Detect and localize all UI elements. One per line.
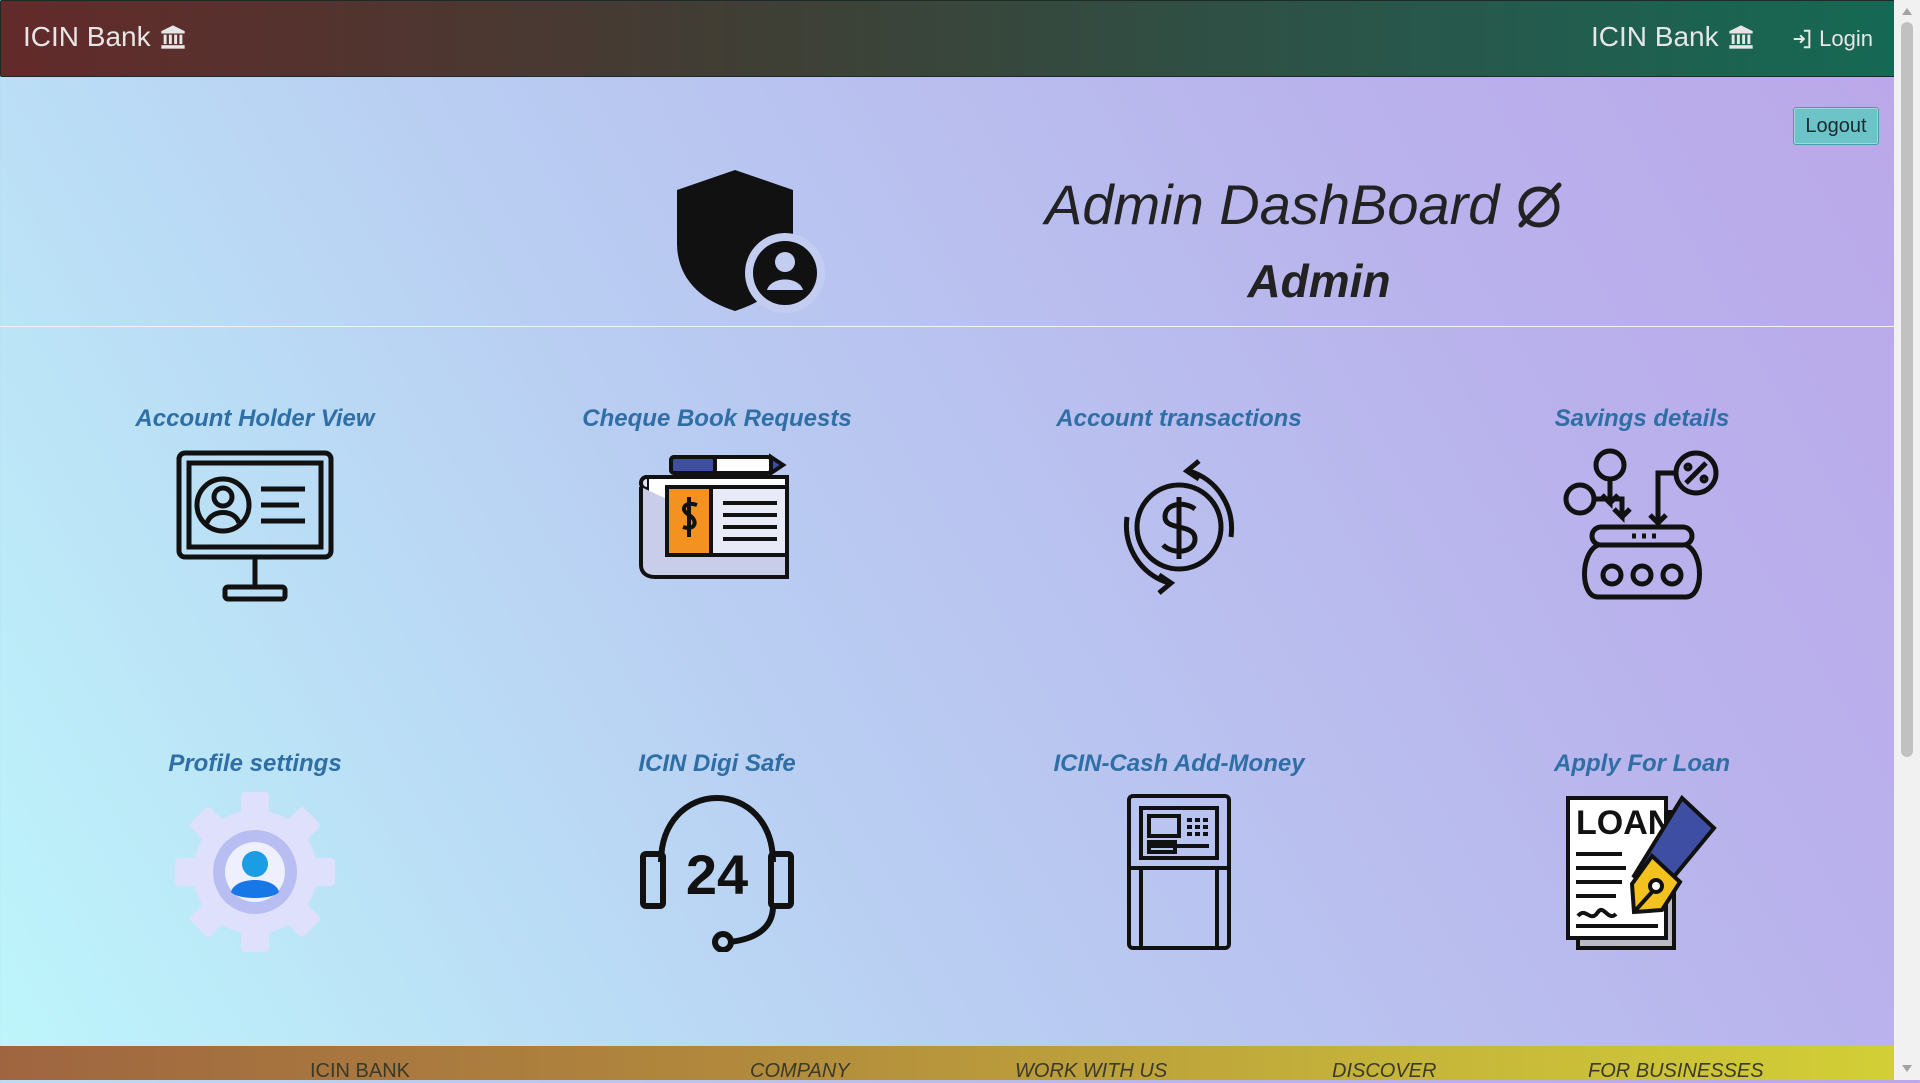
card-icin-digi-safe[interactable]: ICIN Digi Safe 24	[497, 750, 937, 952]
card-label[interactable]: ICIN-Cash Add-Money	[959, 750, 1399, 778]
bank-icon	[160, 25, 185, 49]
card-label[interactable]: Account transactions	[959, 405, 1399, 433]
atm-machine-icon	[1127, 794, 1231, 950]
login-label: Login	[1819, 26, 1873, 51]
loan-document-icon: LOAN	[1566, 794, 1717, 950]
page-title-text: Admin DashBoard	[1045, 173, 1500, 236]
login-link[interactable]: Login	[1791, 26, 1873, 52]
card-label[interactable]: Account Holder View	[35, 405, 475, 433]
top-navbar: ICIN Bank ICIN Bank Login	[0, 0, 1896, 77]
brand-right[interactable]: ICIN Bank	[1591, 21, 1755, 53]
card-label[interactable]: Cheque Book Requests	[497, 405, 937, 433]
brand-right-text: ICIN Bank	[1591, 21, 1719, 52]
brand-left[interactable]: ICIN Bank	[23, 21, 187, 53]
card-icin-cash-add-money[interactable]: ICIN-Cash Add-Money	[959, 750, 1399, 952]
headset-24-icon: 24	[640, 794, 794, 952]
page-title: Admin DashBoard	[1045, 172, 1565, 237]
logout-button[interactable]: Logout	[1793, 107, 1879, 145]
card-label[interactable]: ICIN Digi Safe	[497, 750, 937, 778]
card-label[interactable]: Savings details	[1422, 405, 1862, 433]
card-label[interactable]: Profile settings	[35, 750, 475, 778]
card-account-transactions[interactable]: Account transactions	[959, 405, 1399, 607]
savings-pot-icon	[1563, 448, 1719, 600]
card-savings-details[interactable]: Savings details	[1422, 405, 1862, 607]
page-subtitle: Admin	[1247, 255, 1391, 307]
profile-gear-icon	[175, 792, 335, 952]
monitor-profile-icon	[176, 450, 334, 602]
scroll-down-arrow-icon[interactable]	[1902, 1065, 1912, 1072]
card-profile-settings[interactable]: Profile settings	[35, 750, 475, 952]
card-apply-for-loan[interactable]: Apply For Loan LOAN	[1422, 750, 1862, 952]
brand-left-text: ICIN Bank	[23, 21, 151, 52]
card-label[interactable]: Apply For Loan	[1422, 750, 1862, 778]
bank-icon	[1728, 25, 1753, 49]
scrollbar-thumb[interactable]	[1901, 22, 1913, 757]
card-account-holder-view[interactable]: Account Holder View	[35, 405, 475, 607]
header-divider	[0, 326, 1894, 327]
admin-shield-icon	[677, 170, 825, 313]
login-icon	[1793, 29, 1811, 49]
dollar-exchange-icon	[1123, 459, 1235, 595]
vertical-scrollbar[interactable]	[1894, 0, 1920, 1080]
orbit-icon	[1518, 182, 1562, 227]
cheque-book-icon	[639, 453, 789, 579]
svg-text:24: 24	[686, 843, 748, 906]
footer: ICIN BANK COMPANY WORK WITH US DISCOVER …	[0, 1046, 1894, 1082]
card-cheque-book-requests[interactable]: Cheque Book Requests	[497, 405, 937, 607]
scroll-up-arrow-icon[interactable]	[1902, 8, 1912, 15]
